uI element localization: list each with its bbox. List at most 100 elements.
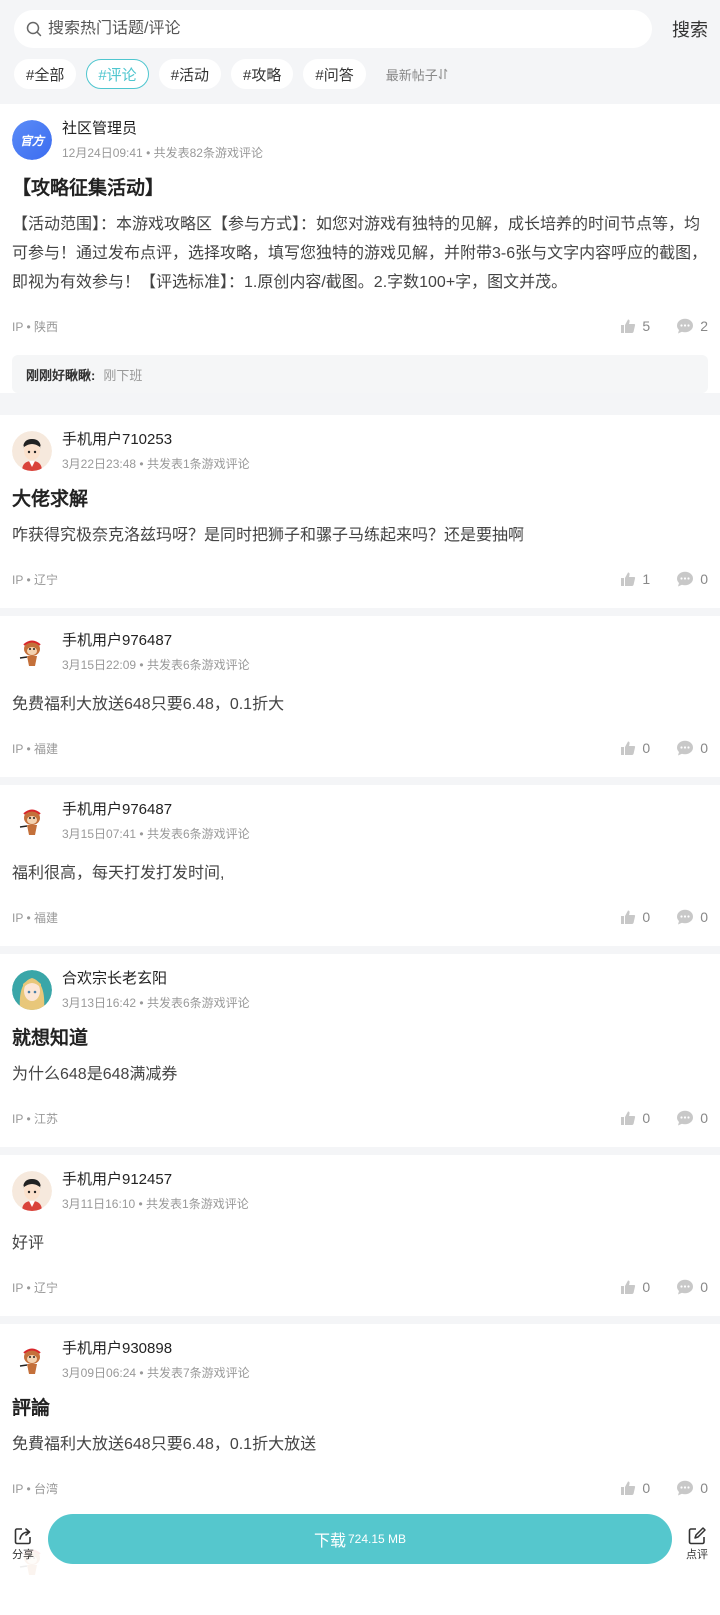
avatar[interactable]: 官方 (12, 120, 52, 160)
post-card[interactable]: 官方 社区管理员 12月24日09:41 • 共发表82条游戏评论 【攻略征集活动】【… (0, 104, 720, 393)
review-button[interactable]: 点评 (674, 1514, 720, 1562)
thumbs-up-icon (621, 319, 636, 333)
thumbs-up-icon (621, 1481, 636, 1495)
post-header: 手机用户710253 3月22日23:48 • 共发表1条游戏评论 (12, 431, 708, 481)
post-card[interactable]: 手机用户710253 3月22日23:48 • 共发表1条游戏评论 大佬求解 咋获得究… (0, 415, 720, 608)
share-label: 分享 (12, 1549, 34, 1561)
post-meta: 手机用户976487 3月15日22:09 • 共发表6条游戏评论 (62, 632, 250, 672)
post-date: 3月09日06:24 (62, 1366, 137, 1380)
post-body: 福利很高，每天打发打发时间, (12, 865, 225, 882)
like-count: 0 (642, 1480, 651, 1496)
comment-icon (677, 1480, 694, 1496)
separator-dot: • (136, 996, 147, 1010)
tag-activity[interactable]: #活动 (158, 59, 222, 89)
avatar[interactable] (12, 970, 52, 1010)
post-stats: 00 (594, 740, 708, 756)
post-title: 【攻略征集活动】 (12, 178, 165, 199)
share-button[interactable]: 分享 (0, 1514, 46, 1562)
tag-all[interactable]: #全部 (14, 59, 77, 89)
edit-icon (688, 1527, 706, 1545)
like-button[interactable]: 0 (620, 1279, 650, 1295)
like-button[interactable]: 0 (620, 740, 650, 756)
like-button[interactable]: 0 (620, 909, 650, 925)
separator-dot: • (136, 658, 147, 672)
post-card[interactable]: 手机用户912457 3月11日16:10 • 共发表1条游戏评论 好评 IP • 辽… (0, 1155, 720, 1316)
post-card[interactable]: 手机用户976487 3月15日07:41 • 共发表6条游戏评论福利很高，每天打… (0, 785, 720, 946)
comment-button[interactable]: 0 (676, 909, 708, 925)
username[interactable]: 手机用户912457 (62, 1171, 249, 1189)
like-count: 0 (642, 1279, 651, 1295)
search-icon (26, 21, 42, 37)
post-stats: 00 (594, 1480, 708, 1496)
post-subline: 3月15日22:09 • 共发表6条游戏评论 (62, 658, 250, 672)
avatar[interactable] (12, 1340, 52, 1380)
username[interactable]: 手机用户930898 (62, 1340, 250, 1358)
ip-location: IP • 福建 (12, 741, 58, 756)
like-button[interactable]: 5 (620, 318, 650, 334)
post-card[interactable]: 手机用户930898 3月09日06:24 • 共发表7条游戏评论 評論 免費福利大放… (0, 1324, 720, 1517)
avatar[interactable] (12, 801, 52, 841)
post-meta: 手机用户710253 3月22日23:48 • 共发表1条游戏评论 (62, 431, 250, 471)
like-button[interactable]: 1 (620, 571, 650, 587)
comment-icon (677, 1279, 694, 1295)
download-button[interactable]: 下载 724.15 MB (48, 1514, 672, 1564)
post-meta: 手机用户976487 3月15日07:41 • 共发表6条游戏评论 (62, 801, 250, 841)
avatar[interactable] (12, 632, 52, 672)
post-footer: IP • 福建 0 0 (12, 719, 708, 777)
comment-button[interactable]: 2 (676, 318, 708, 334)
ip-location: IP • 福建 (12, 910, 58, 925)
separator-dot: • (136, 457, 147, 471)
post-subline: 3月15日07:41 • 共发表6条游戏评论 (62, 827, 250, 841)
username[interactable]: 合欢宗长老玄阳 (62, 970, 250, 988)
reply-preview[interactable]: 刚刚好瞅瞅: 刚下班 (12, 355, 708, 393)
download-size: 724.15 MB (347, 1532, 407, 1546)
username[interactable]: 手机用户976487 (62, 801, 250, 819)
username[interactable]: 手机用户710253 (62, 431, 250, 449)
review-count: 共发表1条游戏评论 (146, 1197, 249, 1211)
post-footer: IP • 辽宁 1 0 (12, 550, 708, 608)
reply-text: 刚下班 (103, 367, 143, 383)
review-count: 共发表6条游戏评论 (146, 658, 250, 672)
comment-button[interactable]: 0 (676, 571, 708, 587)
like-count: 5 (642, 318, 651, 334)
tag-qa[interactable]: #问答 (303, 59, 366, 89)
thumbs-up-icon (621, 910, 636, 924)
download-label: 下载 (313, 1533, 346, 1550)
post-date: 3月11日16:10 (62, 1197, 136, 1211)
header: 搜索 #全部 #评论 #活动 #攻略 #问答 最新帖子 (0, 0, 720, 104)
avatar[interactable] (12, 1171, 52, 1211)
post-card[interactable]: 手机用户976487 3月15日22:09 • 共发表6条游戏评论 免费福利大放送6… (0, 616, 720, 777)
tag-review[interactable]: #评论 (86, 59, 149, 89)
search-box[interactable] (14, 10, 652, 48)
tag-guide[interactable]: #攻略 (231, 59, 294, 89)
search-input[interactable] (48, 20, 608, 38)
like-count: 0 (642, 740, 651, 756)
thumbs-up-icon (621, 1280, 636, 1294)
like-button[interactable]: 0 (620, 1480, 650, 1496)
review-count: 共发表7条游戏评论 (146, 1366, 250, 1380)
like-button[interactable]: 0 (620, 1110, 650, 1126)
bottom-bar: 分享 下载 724.15 MB 点评 (0, 1508, 720, 1615)
comment-count: 0 (700, 1279, 708, 1295)
post-header: 手机用户976487 3月15日07:41 • 共发表6条游戏评论 (12, 801, 708, 851)
post-feed: 官方 社区管理员 12月24日09:41 • 共发表82条游戏评论 【攻略征集活动】【… (0, 104, 720, 1591)
username[interactable]: 社区管理员 (62, 120, 263, 138)
thumbs-up-icon (621, 572, 636, 586)
post-date: 3月13日16:42 (62, 996, 137, 1010)
comment-icon (677, 1110, 694, 1126)
search-button[interactable]: 搜索 (664, 16, 708, 42)
comment-icon (677, 571, 694, 587)
comment-button[interactable]: 0 (676, 1110, 708, 1126)
like-count: 0 (642, 909, 651, 925)
post-header: 手机用户976487 3月15日22:09 • 共发表6条游戏评论 (12, 632, 708, 682)
post-stats: 52 (594, 318, 708, 334)
username[interactable]: 手机用户976487 (62, 632, 250, 650)
comment-button[interactable]: 0 (676, 1279, 708, 1295)
sort-dropdown[interactable]: 最新帖子 (386, 65, 448, 84)
avatar[interactable] (12, 431, 52, 471)
post-card[interactable]: 合欢宗长老玄阳 3月13日16:42 • 共发表6条游戏评论 就想知道 为什么648是… (0, 954, 720, 1147)
comment-button[interactable]: 0 (676, 1480, 708, 1496)
post-stats: 00 (594, 909, 708, 925)
sort-label: 最新帖子 (385, 67, 438, 83)
comment-button[interactable]: 0 (676, 740, 708, 756)
